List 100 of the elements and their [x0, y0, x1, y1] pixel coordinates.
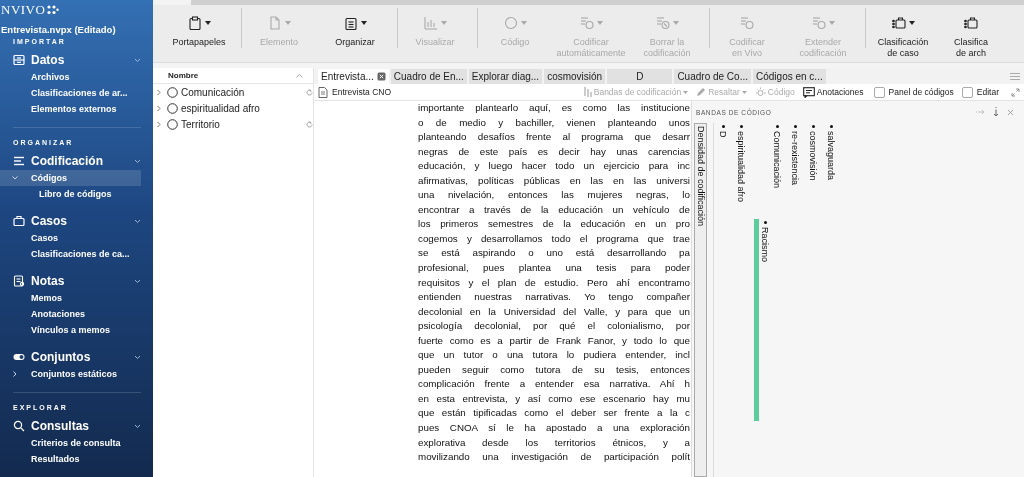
transcript-line: los primeros semestres de la educación en un pro	[418, 217, 690, 232]
toolbar-button[interactable]: Anotaciones	[800, 86, 866, 98]
group-title[interactable]: Codificación	[31, 154, 134, 168]
chevron-icon[interactable]	[134, 354, 141, 360]
bullet-icon	[793, 125, 797, 128]
checkbox-option[interactable]: Editar	[961, 86, 999, 98]
arrow-down-icon[interactable]	[993, 107, 999, 117]
sidebar-item[interactable]: Anotaciones	[0, 306, 153, 322]
bands-icon	[583, 87, 592, 97]
sidebar-item[interactable]: Conjuntos estáticos	[0, 366, 153, 382]
pencil-icon	[696, 87, 707, 97]
transcript-line: profesional, pues plantea una tesis para poder	[418, 261, 690, 275]
document-tab[interactable]: D	[607, 68, 673, 84]
close-icon[interactable]	[1007, 108, 1014, 116]
code-stripe-label[interactable]: Racismo	[760, 227, 770, 262]
caret-icon	[741, 90, 747, 94]
document-tab[interactable]: Cuadro de Co...	[674, 68, 751, 84]
checkbox-option[interactable]: Panel de códigos	[873, 86, 954, 98]
sidebar-item[interactable]: Vínculos a memos	[0, 322, 153, 338]
code-circle-icon	[167, 86, 178, 98]
code-circle-icon	[167, 118, 178, 130]
bullet-icon	[739, 125, 743, 128]
code-stripe-label[interactable]: D	[718, 131, 728, 138]
dots-logo-icon	[47, 5, 60, 15]
transcript-line: afirmativas, políticas públicas en las en las universi	[418, 173, 690, 188]
transcript-line: en esta entrevista, y así como ese escenario hay mu	[418, 391, 690, 406]
ribbon-button[interactable]: Clasifica de arch	[941, 5, 1001, 59]
ribbon-button[interactable]: Organizar	[317, 5, 393, 48]
group-title[interactable]: Notas	[31, 274, 134, 288]
caret-icon	[683, 90, 689, 94]
ribbon-button[interactable]: Portapapeles	[161, 5, 237, 48]
ribbon-icon	[503, 16, 518, 30]
group-icon	[13, 275, 25, 287]
group-title[interactable]: Consultas	[31, 419, 134, 433]
group-title[interactable]: Datos	[31, 53, 134, 67]
column-header[interactable]: Nombre	[168, 71, 296, 80]
group-icon	[13, 54, 25, 66]
close-icon[interactable]	[376, 71, 386, 81]
code-stripe-label[interactable]: Comunicación	[772, 131, 782, 189]
code-row[interactable]: espiritualidad afro	[153, 100, 313, 116]
document-tab[interactable]: Códigos en c...	[753, 68, 826, 84]
code-row[interactable]: Comunicación	[153, 84, 313, 100]
chevron-icon[interactable]	[134, 278, 141, 284]
transcript-line: explorativa desde los territorios étnicos, y a	[418, 435, 690, 450]
document-tab[interactable]: Entrevista...	[318, 68, 389, 84]
group-title[interactable]: Casos	[31, 214, 134, 228]
group-icon	[13, 351, 25, 363]
transcript-line: psicología decolonial, por qué el colonialismo, por	[418, 319, 690, 334]
document-tab[interactable]: Cuadro de En...	[390, 68, 467, 84]
chevron-icon[interactable]	[134, 218, 141, 224]
code-row[interactable]: Territorio	[153, 116, 313, 132]
document-icon	[318, 86, 328, 98]
code-stripe-label[interactable]: salvaguarda	[826, 131, 836, 181]
checkbox[interactable]	[873, 86, 885, 98]
ribbon-icon	[579, 16, 594, 30]
sidebar-item[interactable]: Códigos	[0, 170, 141, 186]
app-logo: NVIVO	[1, 2, 46, 18]
group-icon	[13, 155, 25, 167]
chevron-icon[interactable]	[134, 423, 141, 429]
ribbon-icon	[343, 16, 358, 30]
project-file-name: Entrevista.nvpx (Editado)	[0, 23, 117, 36]
sidebar-item[interactable]: Casos	[0, 230, 153, 246]
code-name: Territorio	[181, 118, 221, 130]
sidebar-item[interactable]: Resultados	[0, 451, 153, 467]
ribbon-icon	[964, 16, 978, 30]
document-tab[interactable]: cosmovisión	[544, 68, 606, 84]
transcript-line: planteando desafíos frente al programa que desarr	[418, 130, 690, 145]
group-icon	[13, 420, 25, 432]
transcript-line: encontrar a través de la educación un vehículo de	[418, 202, 690, 217]
transcript-line: requisitos y el plan de estudio. Pero ahí encontramo	[418, 275, 690, 290]
code-stripe-label[interactable]: cosmovisión	[808, 131, 818, 181]
sidebar-item[interactable]: Elementos externos	[0, 101, 153, 117]
ribbon-icon	[267, 16, 282, 30]
document-tab[interactable]: Explorar diag...	[468, 68, 543, 84]
code-name: espiritualidad afro	[181, 102, 261, 114]
chevron-icon[interactable]	[134, 158, 141, 164]
code-circle-icon	[167, 102, 178, 114]
code-name: Comunicación	[181, 86, 246, 98]
ribbon-icon	[811, 16, 826, 30]
menu-icon[interactable]	[1010, 72, 1020, 80]
expand-icon[interactable]	[1011, 87, 1020, 97]
sun-icon	[754, 86, 766, 98]
sidebar-item[interactable]: Memos	[0, 290, 153, 306]
sidebar-item[interactable]: Archivos	[0, 69, 153, 85]
group-title[interactable]: Conjuntos	[31, 350, 134, 364]
transcript-line: decolonial en la Universidad del Valle, y para que un	[418, 304, 690, 319]
sidebar-item[interactable]: Criterios de consulta	[0, 435, 153, 451]
transcript-line: que están tipificadas como el deber ser frente a la c	[418, 406, 690, 421]
sidebar-item[interactable]: Libro de códigos	[0, 186, 153, 202]
sort-caret-icon[interactable]	[296, 73, 303, 78]
ribbon-icon	[187, 16, 202, 30]
sidebar-item[interactable]: Clasificaciones de ca...	[0, 246, 153, 262]
transcript-line: se está aspirando o uno está desarrollando pa	[418, 246, 690, 261]
code-stripe-label[interactable]: espiritualidad afro	[736, 131, 746, 203]
group-icon	[13, 215, 25, 227]
sidebar-item[interactable]: Clasificaciones de ar...	[0, 85, 153, 101]
comment-icon	[802, 86, 815, 98]
checkbox[interactable]	[961, 86, 973, 98]
arrow-right-icon[interactable]	[976, 109, 985, 115]
code-stripe-label[interactable]: re-rexistencia	[790, 131, 800, 186]
